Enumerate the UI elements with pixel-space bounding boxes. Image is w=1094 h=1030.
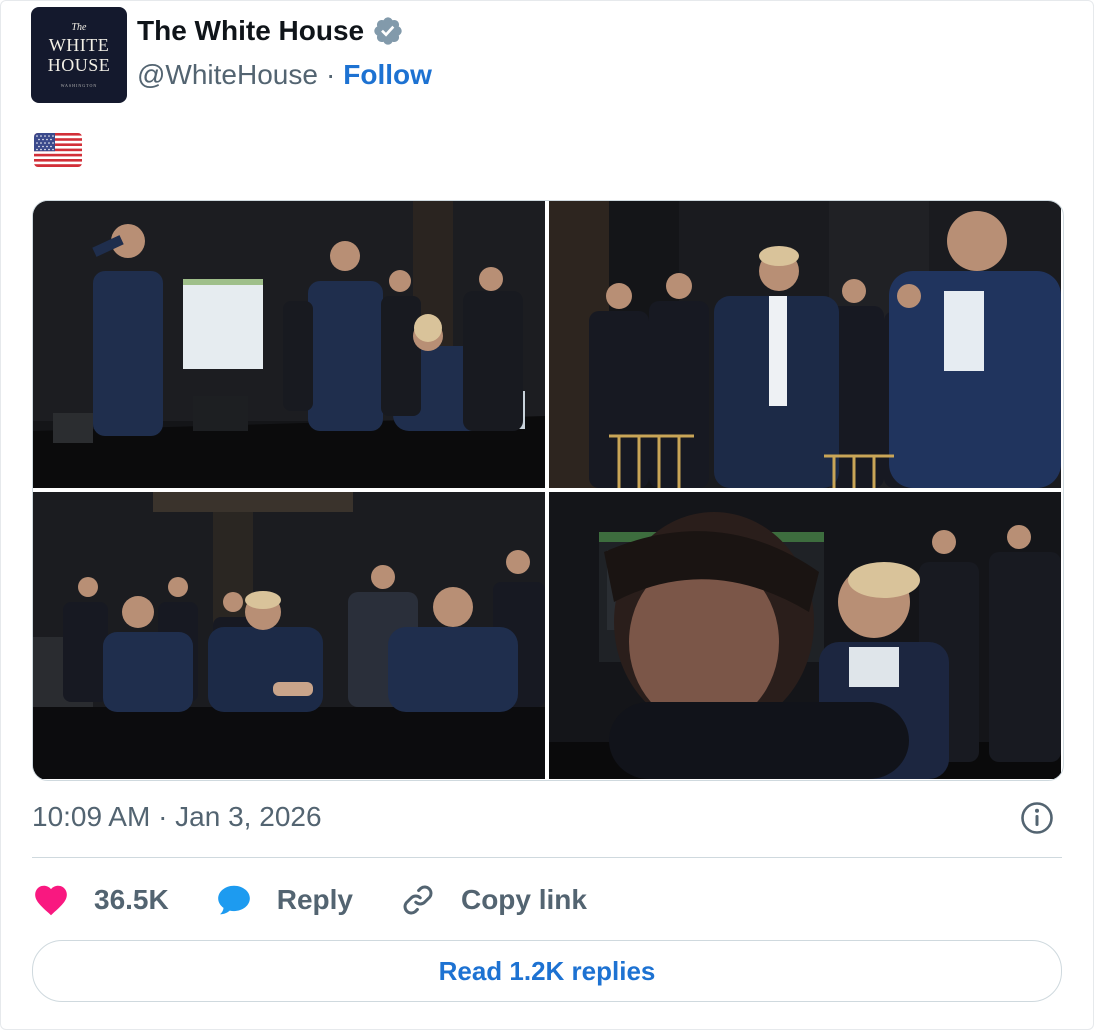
photo-seated-table[interactable] [33, 492, 545, 779]
tweet-card: The WHITE HOUSE WASHINGTON The White Hou… [0, 0, 1094, 1030]
read-replies-button[interactable]: Read 1.2K replies [32, 940, 1062, 1002]
photo-monitor-closeup[interactable] [549, 492, 1061, 779]
tweet-timestamp[interactable]: 10:09 AM · Jan 3, 2026 [32, 801, 322, 833]
separator-dot: · [325, 59, 336, 90]
reply-bubble-icon [217, 885, 250, 915]
heart-icon [35, 885, 67, 916]
action-bar: 36.5K Reply Copy link [32, 878, 633, 922]
divider [32, 857, 1062, 858]
copy-link-button[interactable]: Copy link [399, 881, 587, 919]
account-name-row: The White House [137, 15, 404, 47]
account-name[interactable]: The White House [137, 15, 364, 47]
read-replies-label: Read 1.2K replies [438, 955, 656, 986]
verified-badge-icon [374, 17, 402, 45]
reply-label: Reply [276, 884, 353, 915]
photo-standing-group[interactable] [549, 201, 1061, 488]
copy-link-label: Copy link [460, 884, 587, 915]
link-icon [403, 885, 433, 915]
avatar-text-the: The [71, 21, 87, 33]
photo-situation-room-briefing[interactable] [33, 201, 545, 488]
avatar-text-house: HOUSE [47, 54, 111, 75]
like-count: 36.5K [94, 884, 169, 915]
avatar-text-washington: WASHINGTON [60, 82, 98, 88]
avatar[interactable]: The WHITE HOUSE WASHINGTON [31, 7, 127, 103]
handle-row: @WhiteHouse · Follow [137, 59, 432, 91]
media-grid [32, 200, 1064, 781]
avatar-text-white: WHITE [48, 34, 110, 55]
account-handle[interactable]: @WhiteHouse [137, 59, 318, 91]
like-button[interactable]: 36.5K [32, 881, 169, 919]
follow-button[interactable]: Follow [343, 59, 432, 91]
info-icon[interactable] [1020, 801, 1054, 835]
us-flag-icon [34, 133, 82, 167]
reply-button[interactable]: Reply [215, 881, 353, 919]
